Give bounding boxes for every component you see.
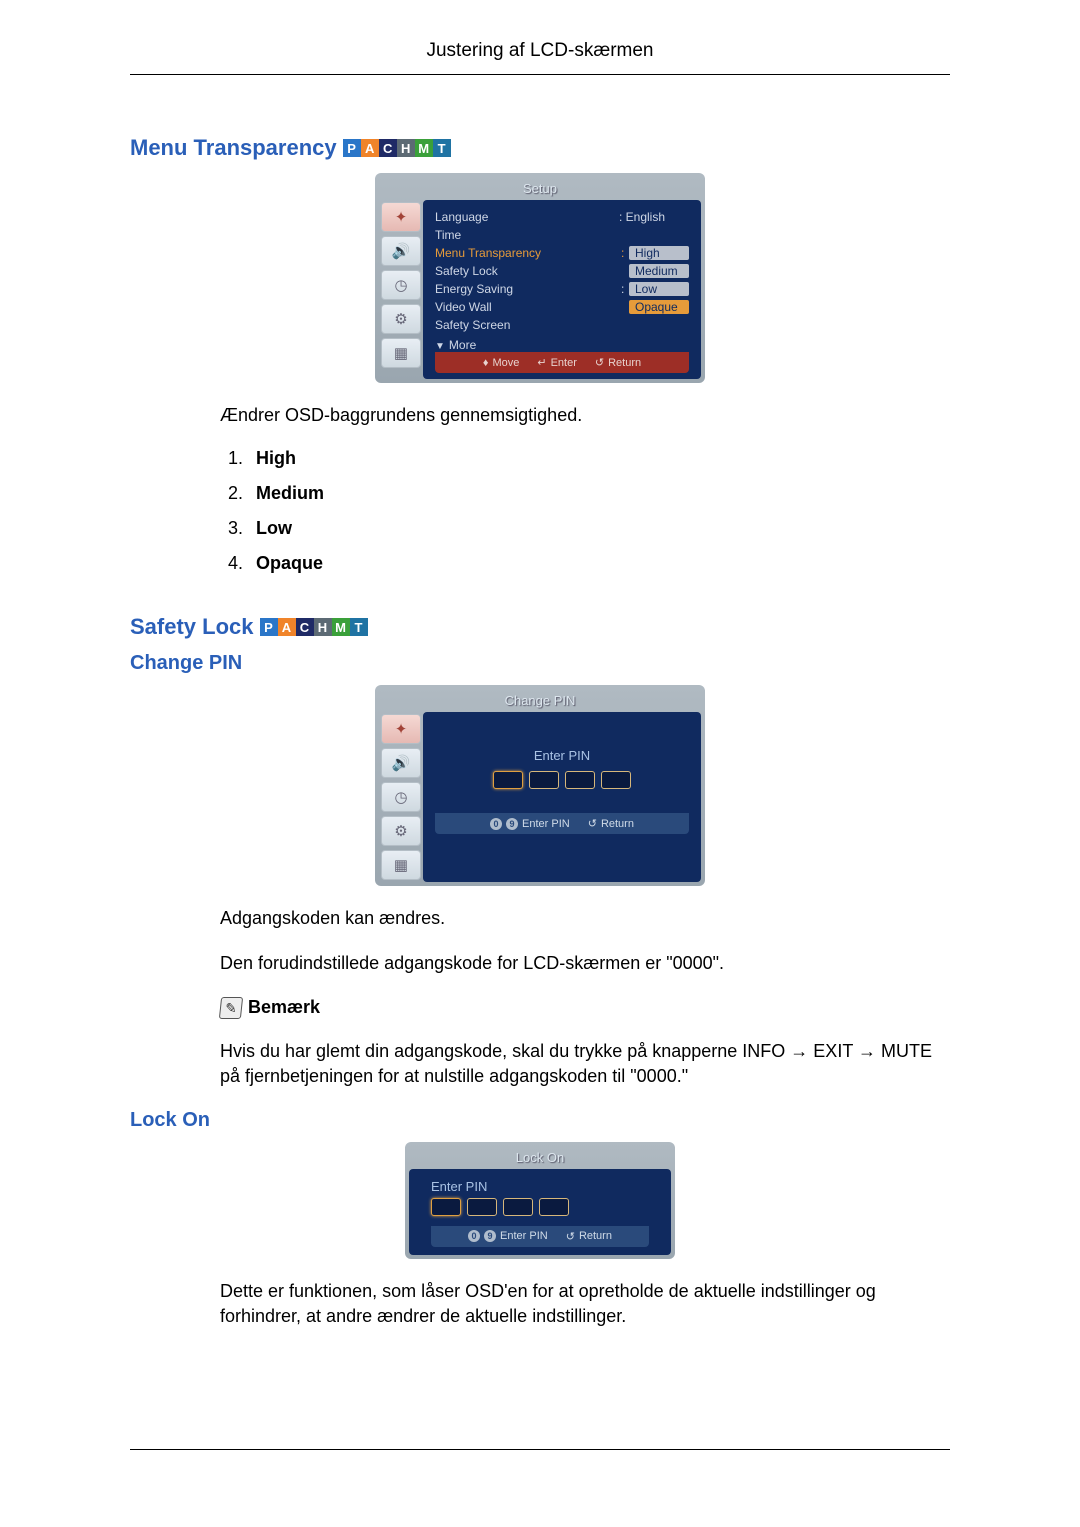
opt-opaque: Opaque [629, 300, 689, 314]
sidebar-picture2-icon: ▦ [381, 850, 421, 880]
menu-transparency-body: Ændrer OSD-baggrundens gennemsigtighed. [220, 403, 950, 428]
badge-c: C [379, 139, 397, 157]
row-language-value: : English [619, 210, 689, 224]
badge-m: M [415, 139, 433, 157]
osd-change-pin-panel: Enter PIN 09 Enter PIN ↺ Return [423, 712, 701, 882]
enter-pin-label: Enter PIN [534, 748, 590, 763]
subheading-lock-on: Lock On [130, 1109, 950, 1132]
opt-medium: Medium [629, 264, 689, 278]
row-video-wall: Video Wall [435, 300, 621, 314]
badge-p: P [343, 139, 361, 157]
pin-box[interactable] [503, 1198, 533, 1216]
badge-h: H [314, 618, 332, 636]
row-menu-transparency: Menu Transparency [435, 246, 621, 260]
pin-box[interactable] [431, 1198, 461, 1216]
footer-rule [130, 1449, 950, 1450]
footer-return: ↺ Return [566, 1230, 612, 1243]
footer-enter: ↵ Enter [537, 356, 577, 369]
osd-footer: 09 Enter PIN ↺ Return [431, 1226, 649, 1247]
badge-h: H [397, 139, 415, 157]
menu-transparency-options: High Medium Low Opaque [248, 448, 950, 574]
list-item: Opaque [248, 553, 950, 574]
badge-t: T [350, 618, 368, 636]
osd-setup-panel: Language: English Time Menu Transparency… [423, 200, 701, 379]
osd-footer: ♦ Move ↵ Enter ↺ Return [435, 352, 689, 373]
footer-move: ♦ Move [483, 356, 520, 369]
footer-enter-pin: 09 Enter PIN [490, 817, 570, 830]
osd-change-pin-title: Change PIN [379, 689, 701, 712]
osd-sidebar: ✦ 🔊 ◷ ⚙ ▦ [379, 712, 423, 882]
sidebar-setup-icon: ⚙ [381, 304, 421, 334]
sidebar-picture-icon: ✦ [381, 714, 421, 744]
badge-m: M [332, 618, 350, 636]
pin-boxes [431, 1198, 649, 1216]
osd-change-pin: Change PIN ✦ 🔊 ◷ ⚙ ▦ Enter PIN 09 Enter … [375, 685, 705, 886]
footer-return: ↺ Return [595, 356, 641, 369]
osd-lock-on-panel: Enter PIN 09 Enter PIN ↺ Return [409, 1169, 671, 1255]
row-language: Language [435, 210, 619, 224]
badge-a: A [361, 139, 379, 157]
opt-low: Low [629, 282, 689, 296]
change-pin-body2: Den forudindstillede adgangskode for LCD… [220, 951, 950, 976]
heading-safety-lock: Safety Lock P A C H M T [130, 614, 950, 640]
osd-lock-on-title: Lock On [409, 1146, 671, 1169]
sidebar-sound-icon: 🔊 [381, 748, 421, 778]
input-badges: P A C H M T [260, 618, 368, 636]
heading-menu-transparency: Menu Transparency P A C H M T [130, 135, 950, 161]
sidebar-picture-icon: ✦ [381, 202, 421, 232]
opt-high: High [629, 246, 689, 260]
list-item: Low [248, 518, 950, 539]
osd-lock-on: Lock On Enter PIN 09 Enter PIN ↺ Return [405, 1142, 675, 1259]
pin-box[interactable] [493, 771, 523, 789]
pin-boxes [493, 771, 631, 789]
enter-pin-label: Enter PIN [431, 1179, 649, 1194]
sep2: : [621, 282, 629, 296]
osd-sidebar: ✦ 🔊 ◷ ⚙ ▦ [379, 200, 423, 379]
input-badges: P A C H M T [343, 139, 451, 157]
sidebar-sound-icon: 🔊 [381, 236, 421, 266]
badge-p: P [260, 618, 278, 636]
sidebar-timer-icon: ◷ [381, 270, 421, 300]
list-item: Medium [248, 483, 950, 504]
note-text: Hvis du har glemt din adgangskode, skal … [220, 1039, 950, 1089]
osd-more: ▼More [435, 338, 689, 352]
pin-box[interactable] [565, 771, 595, 789]
pin-box[interactable] [539, 1198, 569, 1216]
note-label: Bemærk [248, 997, 320, 1018]
osd-setup-title: Setup [379, 177, 701, 200]
footer-return: ↺ Return [588, 817, 634, 830]
row-safety-screen: Safety Screen [435, 318, 689, 332]
badge-a: A [278, 618, 296, 636]
page-header: Justering af LCD-skærmen [130, 40, 950, 75]
change-pin-body1: Adgangskoden kan ændres. [220, 906, 950, 931]
list-item: High [248, 448, 950, 469]
subheading-change-pin: Change PIN [130, 652, 950, 675]
osd-setup: Setup ✦ 🔊 ◷ ⚙ ▦ Language: English Time M… [375, 173, 705, 383]
row-safety-lock: Safety Lock [435, 264, 621, 278]
heading-text: Menu Transparency [130, 135, 337, 161]
footer-enter-pin: 09 Enter PIN [468, 1230, 548, 1243]
sep: : [621, 246, 629, 260]
sidebar-picture2-icon: ▦ [381, 338, 421, 368]
note-icon: ✎ [219, 997, 243, 1019]
row-time: Time [435, 228, 689, 242]
row-energy-saving: Energy Saving [435, 282, 621, 296]
badge-t: T [433, 139, 451, 157]
pin-box[interactable] [601, 771, 631, 789]
lock-on-body: Dette er funktionen, som låser OSD'en fo… [220, 1279, 950, 1329]
pin-box[interactable] [529, 771, 559, 789]
badge-c: C [296, 618, 314, 636]
pin-box[interactable] [467, 1198, 497, 1216]
sidebar-setup-icon: ⚙ [381, 816, 421, 846]
sidebar-timer-icon: ◷ [381, 782, 421, 812]
heading-text: Safety Lock [130, 614, 254, 640]
osd-footer: 09 Enter PIN ↺ Return [435, 813, 689, 834]
